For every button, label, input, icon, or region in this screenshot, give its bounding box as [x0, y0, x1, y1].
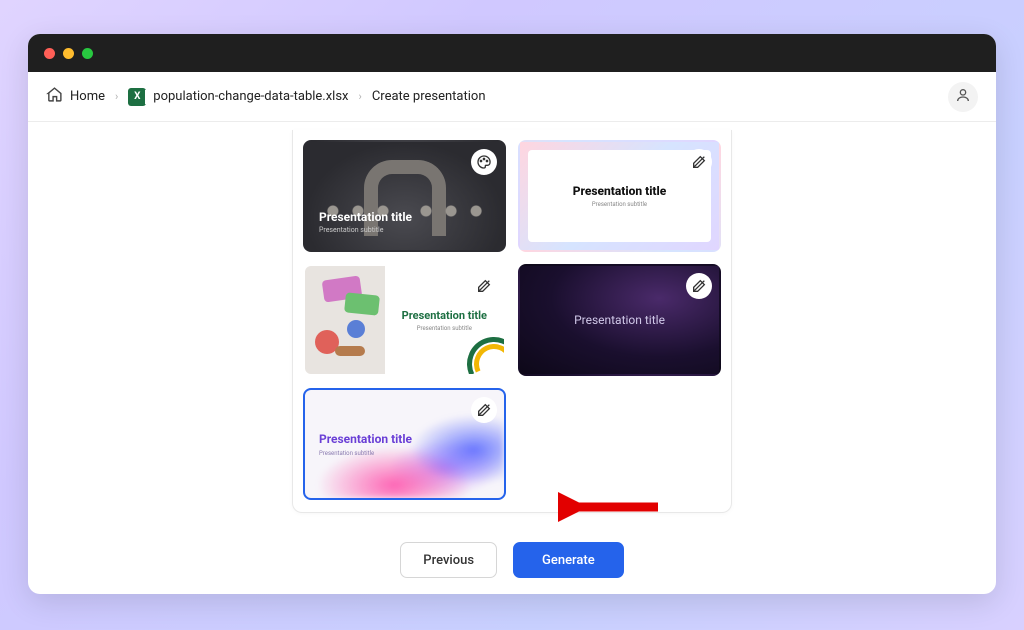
excel-file-icon: X [128, 88, 146, 106]
close-window-dot[interactable] [44, 48, 55, 59]
template-title: Presentation title [319, 432, 504, 446]
breadcrumb-home[interactable]: Home [46, 86, 105, 107]
template-title: Presentation title [574, 313, 665, 327]
template-card[interactable]: Presentation title Presentation subtitle [303, 264, 506, 376]
generate-button[interactable]: Generate [513, 542, 624, 578]
chevron-right-icon: › [359, 90, 362, 103]
template-card-selected[interactable]: Presentation title Presentation subtitle [303, 388, 506, 500]
template-title: Presentation title [573, 184, 667, 198]
breadcrumb-current: Create presentation [372, 89, 486, 104]
window-titlebar [28, 34, 996, 72]
template-subtitle: Presentation subtitle [417, 325, 472, 332]
template-title: Presentation title [319, 210, 412, 224]
home-icon [46, 86, 63, 107]
template-subtitle: Presentation subtitle [319, 226, 412, 234]
breadcrumb-file[interactable]: X population-change-data-table.xlsx [128, 88, 348, 106]
maximize-window-dot[interactable] [82, 48, 93, 59]
template-panel: Presentation title Presentation subtitle… [292, 130, 732, 513]
breadcrumb: Home › X population-change-data-table.xl… [28, 72, 996, 122]
breadcrumb-home-label: Home [70, 89, 105, 104]
template-card[interactable]: Presentation title [518, 264, 721, 376]
template-subtitle: Presentation subtitle [319, 450, 504, 457]
user-icon [955, 87, 971, 107]
no-edit-icon [686, 149, 712, 175]
minimize-window-dot[interactable] [63, 48, 74, 59]
palette-icon [471, 149, 497, 175]
breadcrumb-current-label: Create presentation [372, 89, 486, 104]
template-subtitle: Presentation subtitle [592, 201, 647, 208]
template-card[interactable]: Presentation title Presentation subtitle [303, 140, 506, 252]
template-title: Presentation title [402, 309, 487, 322]
app-window: Home › X population-change-data-table.xl… [28, 34, 996, 594]
footer-actions: Previous Generate [28, 528, 996, 594]
no-edit-icon [471, 397, 497, 423]
breadcrumb-file-label: population-change-data-table.xlsx [153, 89, 348, 104]
content-area: Presentation title Presentation subtitle… [28, 122, 996, 528]
previous-button[interactable]: Previous [400, 542, 497, 578]
template-card[interactable]: Presentation title Presentation subtitle [518, 140, 721, 252]
template-grid: Presentation title Presentation subtitle… [303, 140, 721, 500]
user-avatar-button[interactable] [948, 82, 978, 112]
chevron-right-icon: › [115, 90, 118, 103]
no-edit-icon [686, 273, 712, 299]
